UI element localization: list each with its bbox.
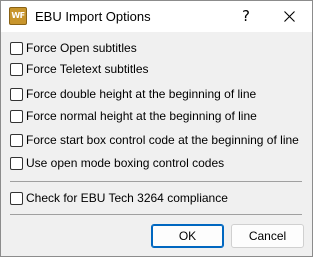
force-teletext-subtitles-label: Force Teletext subtitles bbox=[26, 62, 149, 76]
force-teletext-subtitles-checkbox[interactable] bbox=[10, 63, 23, 76]
separator-bottom bbox=[10, 214, 302, 215]
force-open-subtitles-checkbox[interactable] bbox=[10, 42, 23, 55]
ebu-tech-3264-label: Check for EBU Tech 3264 compliance bbox=[26, 191, 228, 205]
dialog-title: EBU Import Options bbox=[35, 9, 151, 24]
separator-top bbox=[10, 181, 302, 182]
ok-button[interactable]: OK bbox=[151, 224, 224, 248]
open-mode-boxing-label: Use open mode boxing control codes bbox=[26, 156, 225, 170]
help-button[interactable]: ? bbox=[229, 1, 263, 32]
app-logo-icon: WF bbox=[9, 7, 27, 25]
close-button[interactable] bbox=[267, 1, 312, 32]
force-double-height-checkbox[interactable] bbox=[10, 88, 23, 101]
open-mode-boxing-checkbox[interactable] bbox=[10, 157, 23, 170]
force-start-box-checkbox[interactable] bbox=[10, 134, 23, 147]
cancel-button[interactable]: Cancel bbox=[231, 224, 304, 248]
force-normal-height-checkbox[interactable] bbox=[10, 110, 23, 123]
force-start-box-label: Force start box control code at the begi… bbox=[26, 133, 299, 147]
close-icon bbox=[284, 11, 295, 22]
ebu-tech-3264-checkbox[interactable] bbox=[10, 192, 23, 205]
ebu-import-options-dialog: WF EBU Import Options ? Force Open subti… bbox=[0, 0, 313, 257]
force-double-height-label: Force double height at the beginning of … bbox=[26, 87, 257, 101]
force-open-subtitles-label: Force Open subtitles bbox=[26, 41, 137, 55]
title-bar: WF EBU Import Options ? bbox=[1, 1, 312, 32]
force-normal-height-label: Force normal height at the beginning of … bbox=[26, 109, 257, 123]
